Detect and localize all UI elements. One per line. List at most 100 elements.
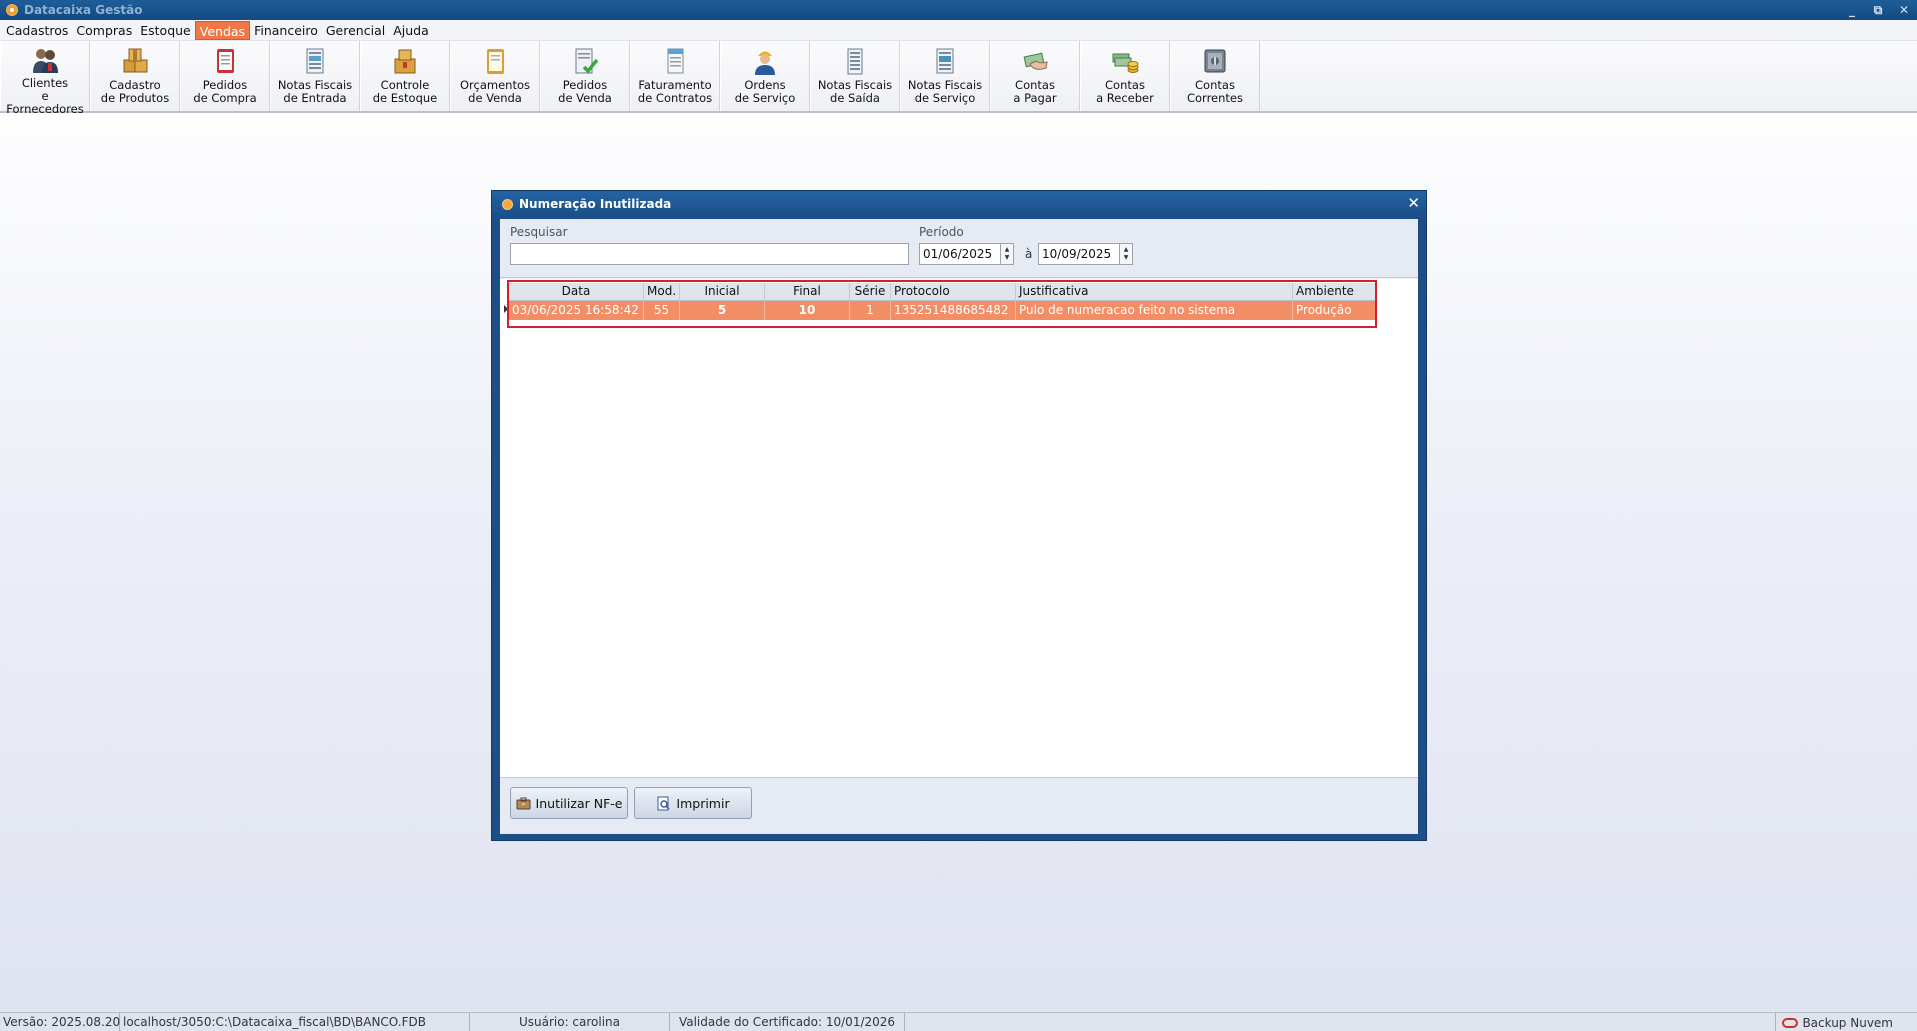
toolbar-contas-receber-button[interactable]: Contas a Receber <box>1080 41 1170 111</box>
toolbar-nf-entrada-button[interactable]: Notas Fiscais de Entrada <box>270 41 360 111</box>
inutilizar-label: Inutilizar NF-e <box>535 795 623 811</box>
status-user: Usuário: carolina <box>470 1012 670 1031</box>
cloud-icon <box>1782 1017 1799 1028</box>
toolbar-label-line1: Notas Fiscais <box>277 78 353 92</box>
close-icon[interactable]: ✕ <box>1407 195 1420 211</box>
toolbar-pedidos-venda-button[interactable]: Pedidos de Venda <box>540 41 630 111</box>
people-icon <box>30 45 60 75</box>
toolbar-label-line2: de Saída <box>830 91 880 105</box>
toolbar-contas-correntes-button[interactable]: Contas Correntes <box>1170 41 1260 111</box>
toolbar-label-line1: Pedidos <box>562 78 608 92</box>
results-grid: Data Mod. Inicial Final Série Protocolo … <box>500 279 1418 777</box>
toolbar-faturamento-button[interactable]: Faturamento de Contratos <box>630 41 720 111</box>
filter-area: Pesquisar Período 01/06/2025 ▲ ▼ à 10/09/… <box>500 219 1418 278</box>
grid-table: Data Mod. Inicial Final Série Protocolo … <box>509 283 1375 320</box>
toolbar-ordens-servico-button[interactable]: Ordens de Serviço <box>720 41 810 111</box>
col-header-protocolo[interactable]: Protocolo <box>891 283 1016 300</box>
spin-down-icon[interactable]: ▼ <box>1005 254 1010 262</box>
minimize-button[interactable]: _ <box>1845 3 1859 17</box>
menu-gerencial[interactable]: Gerencial <box>322 21 389 40</box>
table-row[interactable]: 03/06/2025 16:58:42 55 5 10 1 1352514886… <box>509 301 1375 320</box>
imprimir-button[interactable]: Imprimir <box>634 787 752 819</box>
cell-justificativa: Pulo de numeracao feito no sistema <box>1016 301 1293 320</box>
period-label: Período <box>919 225 964 239</box>
order-icon <box>210 45 240 77</box>
toolbar-label-line2: de Estoque <box>372 91 438 105</box>
close-window-button[interactable]: ✕ <box>1897 3 1911 17</box>
date-from-spinner[interactable]: ▲ ▼ <box>1000 243 1014 265</box>
toolbar-label-line1: Orçamentos <box>460 78 530 92</box>
col-header-inicial[interactable]: Inicial <box>680 283 765 300</box>
spin-up-icon[interactable]: ▲ <box>1005 246 1010 254</box>
app-logo-icon <box>6 4 18 16</box>
date-from-input[interactable]: 01/06/2025 <box>919 243 1001 265</box>
toolbar-label-line2: de Produtos <box>100 91 170 105</box>
dialog-title: Numeração Inutilizada <box>519 197 672 211</box>
inutilizada-dialog: Numeração Inutilizada ✕ Pesquisar Períod… <box>491 190 1427 841</box>
imprimir-label: Imprimir <box>676 795 730 811</box>
spin-up-icon[interactable]: ▲ <box>1124 246 1129 254</box>
worker-icon <box>750 45 780 77</box>
spin-down-icon[interactable]: ▼ <box>1124 254 1129 262</box>
menu-financeiro[interactable]: Financeiro <box>250 21 322 40</box>
toolbar-label-line1: Pedidos <box>202 78 248 92</box>
toolbar-orcamentos-button[interactable]: Orçamentos de Venda <box>450 41 540 111</box>
cell-serie: 1 <box>850 301 891 320</box>
col-header-serie[interactable]: Série <box>850 283 891 300</box>
briefcase-icon <box>516 796 531 811</box>
toolbar-label-line1: Clientes <box>21 76 69 90</box>
toolbar-nf-servico-button[interactable]: Notas Fiscais de Serviço <box>900 41 990 111</box>
toolbar-label-line1: Faturamento <box>638 78 712 92</box>
toolbar-produtos-button[interactable]: Cadastro de Produtos <box>90 41 180 111</box>
status-database: localhost/3050:C:\Datacaixa_fiscal\BD\BA… <box>120 1012 470 1031</box>
backup-nuvem-button[interactable]: Backup Nuvem <box>1775 1013 1917 1031</box>
cell-ambiente: Produção <box>1296 303 1352 317</box>
cell-protocolo: 135251488685482 <box>891 301 1016 320</box>
col-header-justificativa[interactable]: Justificativa <box>1016 283 1293 300</box>
button-bar: Inutilizar NF-e Imprimir <box>500 778 1418 834</box>
toolbar-contas-pagar-button[interactable]: Contas a Pagar <box>990 41 1080 111</box>
window-controls: _ ⧉ ✕ <box>1845 0 1911 20</box>
quote-icon <box>480 45 510 77</box>
safe-icon <box>1200 45 1230 77</box>
contract-icon <box>660 45 690 77</box>
receive-icon <box>1110 45 1140 77</box>
cell-mod: 55 <box>644 301 680 320</box>
toolbar-label-line2: Correntes <box>1186 91 1243 105</box>
toolbar-pedidos-compra-button[interactable]: Pedidos de Compra <box>180 41 270 111</box>
col-header-final[interactable]: Final <box>765 283 850 300</box>
toolbar-label-line1: Contas <box>1195 78 1235 92</box>
cell-inicial: 5 <box>680 301 765 320</box>
col-header-data[interactable]: Data <box>509 283 644 300</box>
date-to-spinner[interactable]: ▲ ▼ <box>1119 243 1133 265</box>
pay-icon <box>1020 45 1050 77</box>
inutilizar-nfe-button[interactable]: Inutilizar NF-e <box>510 787 628 819</box>
menu-ajuda[interactable]: Ajuda <box>389 21 433 40</box>
toolbar-label-line2: de Venda <box>468 91 522 105</box>
col-header-mod[interactable]: Mod. <box>644 283 680 300</box>
toolbar-label-line1: Notas Fiscais <box>817 78 893 92</box>
toolbar-label-line2: de Entrada <box>283 91 347 105</box>
status-version: Versão: 2025.08.20 <box>0 1012 120 1031</box>
main-toolbar: Clientes e Fornecedores Cadastro de Produt… <box>0 41 1917 116</box>
restore-button[interactable]: ⧉ <box>1871 3 1885 18</box>
boxes-icon <box>120 45 150 77</box>
toolbar-label-line2: de Venda <box>558 91 612 105</box>
menu-cadastros[interactable]: Cadastros <box>2 21 72 40</box>
dialog-body: Pesquisar Período 01/06/2025 ▲ ▼ à 10/09/… <box>500 219 1418 834</box>
toolbar-label-line2: de Serviço <box>914 91 976 105</box>
sales-order-icon <box>570 45 600 77</box>
toolbar-nf-saida-button[interactable]: Notas Fiscais de Saída <box>810 41 900 111</box>
date-to-input[interactable]: 10/09/2025 <box>1038 243 1120 265</box>
col-header-ambiente[interactable]: Ambiente <box>1293 283 1375 300</box>
dialog-titlebar: Numeração Inutilizada <box>492 191 1426 217</box>
menu-vendas[interactable]: Vendas <box>194 20 251 40</box>
toolbar-label-line1: Ordens <box>744 78 786 92</box>
toolbar-label-line2: a Receber <box>1096 91 1154 105</box>
search-input[interactable] <box>510 243 909 265</box>
menu-estoque[interactable]: Estoque <box>136 21 195 40</box>
menu-compras[interactable]: Compras <box>72 21 136 40</box>
toolbar-label-line2: de Compra <box>193 91 257 105</box>
toolbar-estoque-button[interactable]: Controle de Estoque <box>360 41 450 111</box>
toolbar-clientes-button[interactable]: Clientes e Fornecedores <box>0 41 90 116</box>
